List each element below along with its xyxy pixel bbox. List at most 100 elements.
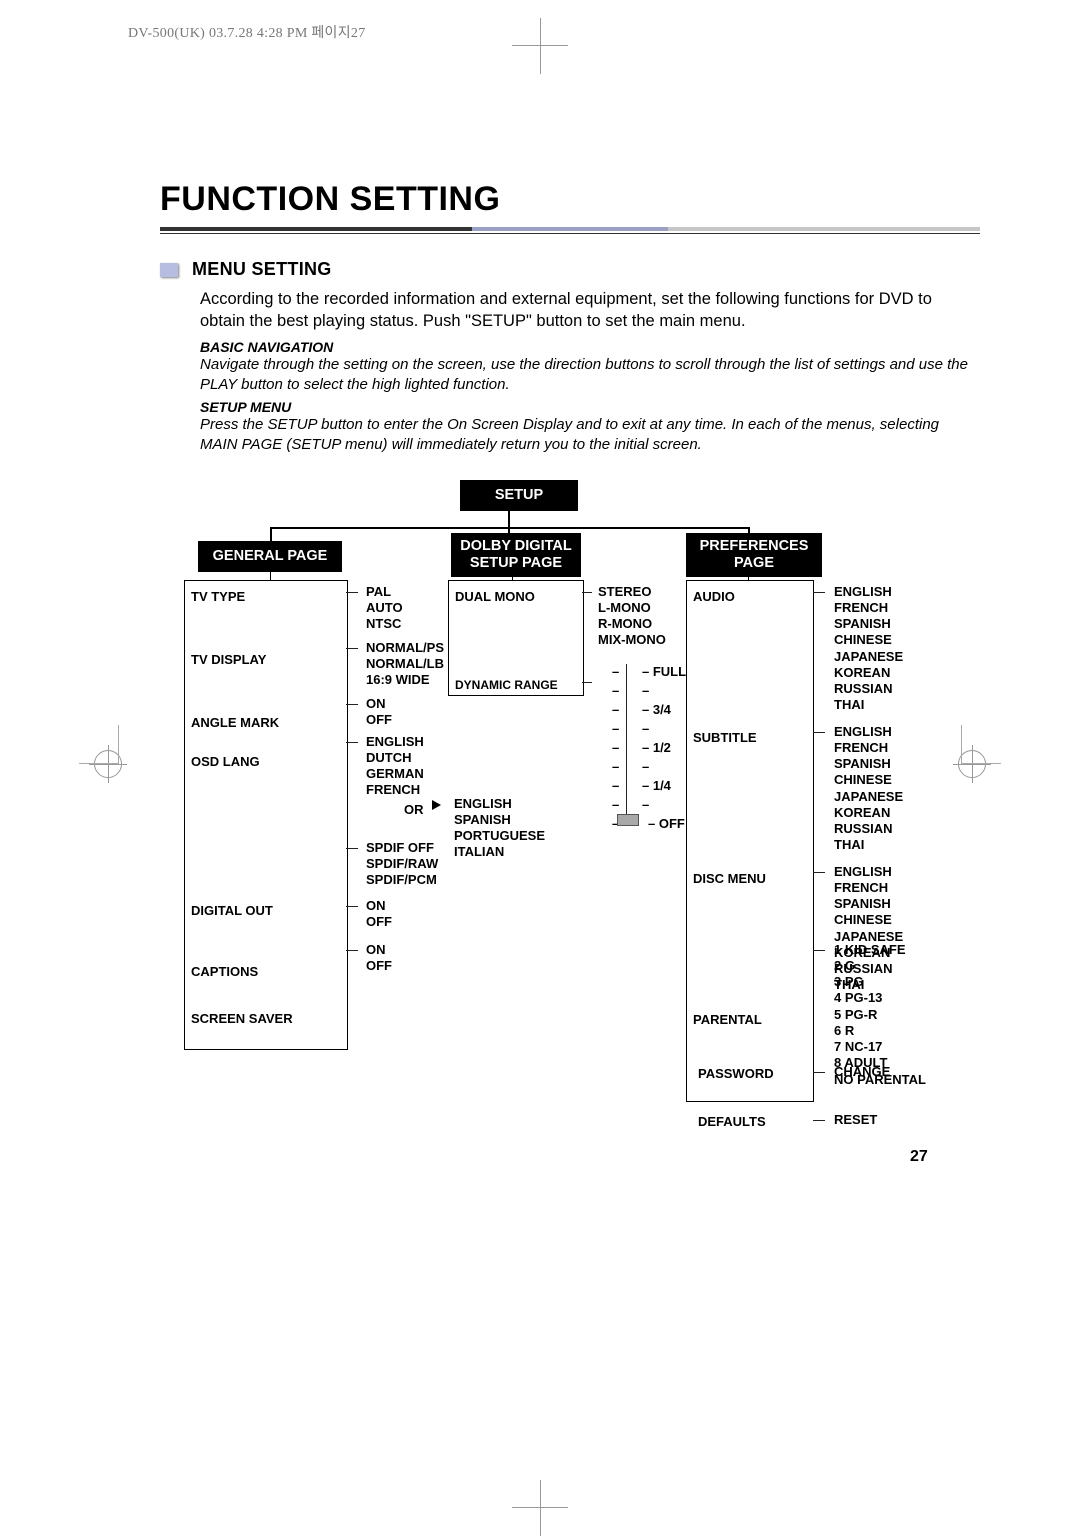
dual-mono-options: STEREO L-MONO R-MONO MIX-MONO: [592, 584, 666, 649]
opt-captions-off: OFF: [360, 914, 392, 930]
parental-label: PARENTAL: [687, 1010, 813, 1029]
opt-osd-french: FRENCH: [360, 782, 424, 798]
opt-audio-french: FRENCH: [828, 600, 903, 616]
opt-disc-french: FRENCH: [828, 880, 903, 896]
pref-line2: PAGE: [734, 555, 774, 571]
doc-header-meta: DV-500(UK) 03.7.28 4:28 PM 페이지27: [128, 22, 366, 42]
opt-dr-14: 1/4: [653, 778, 671, 793]
pref-line1: PREFERENCES: [700, 538, 809, 554]
opt-ss-on: ON: [360, 942, 392, 958]
opt-anglemark-off: OFF: [360, 712, 392, 728]
opt-password-change: CHANGE: [828, 1064, 890, 1080]
setup-node: SETUP: [460, 480, 578, 511]
dolby-column: DUAL MONO DYNAMIC RANGE: [448, 580, 584, 696]
tv-type-label: TV TYPE: [185, 587, 347, 606]
subtitle-options: ENGLISH FRENCH SPANISH CHINESE JAPANESE …: [828, 724, 903, 854]
page-number: 27: [910, 1148, 928, 1166]
osd-lang-label: OSD LANG: [185, 752, 347, 771]
or-label: OR: [398, 802, 424, 818]
dynamic-range-label: DYNAMIC RANGE: [449, 676, 583, 694]
opt-dr-34: 3/4: [653, 702, 671, 717]
opt-mixmono: MIX-MONO: [592, 632, 666, 648]
opt-sub-french: FRENCH: [828, 740, 903, 756]
screen-saver-label: SCREEN SAVER: [185, 1009, 347, 1028]
opt-sub-japanese: JAPANESE: [828, 789, 903, 805]
opt-par-6: 6 R: [828, 1023, 926, 1039]
opt-par-1: 1 KID SAFE: [828, 942, 926, 958]
opt-anglemark-on: ON: [360, 696, 392, 712]
setup-menu-body: Press the SETUP button to enter the On S…: [200, 415, 980, 456]
opt-par-3: 3 PG: [828, 974, 926, 990]
opt-auto: AUTO: [360, 600, 403, 616]
dolby-line2: SETUP PAGE: [470, 555, 562, 571]
setup-menu-head: SETUP MENU: [200, 399, 980, 415]
opt-spdif-raw: SPDIF/RAW: [360, 856, 438, 872]
opt-audio-korean: KOREAN: [828, 665, 903, 681]
opt-par-7: 7 NC-17: [828, 1039, 926, 1055]
opt-osd-english: ENGLISH: [360, 734, 424, 750]
opt-par-5: 5 PG-R: [828, 1007, 926, 1023]
opt-audio-russian: RUSSIAN: [828, 681, 903, 697]
subheading: MENU SETTING: [192, 259, 332, 280]
opt-dr-12: 1/2: [653, 740, 671, 755]
opt-audio-chinese: CHINESE: [828, 632, 903, 648]
dual-mono-label: DUAL MONO: [449, 587, 583, 606]
opt-dr-full: FULL: [653, 664, 686, 679]
opt-audio-english: ENGLISH: [828, 584, 903, 600]
opt-ntsc: NTSC: [360, 616, 403, 632]
audio-label: AUDIO: [687, 587, 813, 606]
opt-sub-chinese: CHINESE: [828, 772, 903, 788]
opt-normalps: NORMAL/PS: [360, 640, 444, 656]
opt-disc-english: ENGLISH: [828, 864, 903, 880]
opt-par-2: 2 G: [828, 958, 926, 974]
opt-169wide: 16:9 WIDE: [360, 672, 444, 688]
opt-audio-spanish: SPANISH: [828, 616, 903, 632]
digital-out-label: DIGITAL OUT: [185, 901, 347, 920]
opt-osd-german: GERMAN: [360, 766, 424, 782]
opt-sub-english: ENGLISH: [828, 724, 903, 740]
subtitle-label: SUBTITLE: [687, 728, 813, 747]
basic-nav-head: BASIC NAVIGATION: [200, 339, 980, 355]
opt-par-4: 4 PG-13: [828, 990, 926, 1006]
disc-menu-label: DISC MENU: [687, 869, 813, 888]
osd-lang-or-options: ENGLISH SPANISH PORTUGUESE ITALIAN: [448, 796, 545, 861]
opt-osd-or-english: ENGLISH: [448, 796, 545, 812]
opt-audio-japanese: JAPANESE: [828, 649, 903, 665]
opt-osd-or-portuguese: PORTUGUESE: [448, 828, 545, 844]
opt-osd-or-spanish: SPANISH: [448, 812, 545, 828]
opt-osd-or-italian: ITALIAN: [448, 844, 545, 860]
screen-saver-options: ON OFF: [360, 942, 392, 975]
tv-display-options: NORMAL/PS NORMAL/LB 16:9 WIDE: [360, 640, 444, 689]
arrow-right-icon: [432, 800, 441, 810]
captions-label: CAPTIONS: [185, 962, 347, 981]
opt-spdif-off: SPDIF OFF: [360, 840, 438, 856]
opt-dr-off: OFF: [659, 816, 685, 831]
angle-mark-options: ON OFF: [360, 696, 392, 729]
opt-ss-off: OFF: [360, 958, 392, 974]
opt-sub-russian: RUSSIAN: [828, 821, 903, 837]
opt-disc-spanish: SPANISH: [828, 896, 903, 912]
preferences-column: AUDIO SUBTITLE DISC MENU PARENTAL: [686, 580, 814, 1102]
defaults-label: DEFAULTS: [692, 1112, 766, 1131]
opt-spdif-pcm: SPDIF/PCM: [360, 872, 438, 888]
title-rule: [160, 227, 980, 237]
opt-captions-on: ON: [360, 898, 392, 914]
opt-defaults-reset: RESET: [828, 1112, 877, 1128]
digital-out-options: SPDIF OFF SPDIF/RAW SPDIF/PCM: [360, 840, 438, 889]
captions-options: ON OFF: [360, 898, 392, 931]
tv-display-label: TV DISPLAY: [185, 650, 347, 669]
angle-mark-label: ANGLE MARK: [185, 713, 347, 732]
dolby-page-node: DOLBY DIGITAL SETUP PAGE: [451, 533, 581, 578]
opt-normallb: NORMAL/LB: [360, 656, 444, 672]
opt-sub-spanish: SPANISH: [828, 756, 903, 772]
general-column: TV TYPE TV DISPLAY ANGLE MARK OSD LANG D…: [184, 580, 348, 1050]
audio-options: ENGLISH FRENCH SPANISH CHINESE JAPANESE …: [828, 584, 903, 714]
opt-lmono: L-MONO: [592, 600, 666, 616]
dr-slider-handle: [617, 814, 639, 826]
dolby-line1: DOLBY DIGITAL: [460, 538, 571, 554]
tv-type-options: PAL AUTO NTSC: [360, 584, 403, 633]
subhead-icon: [160, 263, 178, 277]
opt-osd-dutch: DUTCH: [360, 750, 424, 766]
general-page-node: GENERAL PAGE: [198, 541, 342, 572]
opt-pal: PAL: [360, 584, 403, 600]
